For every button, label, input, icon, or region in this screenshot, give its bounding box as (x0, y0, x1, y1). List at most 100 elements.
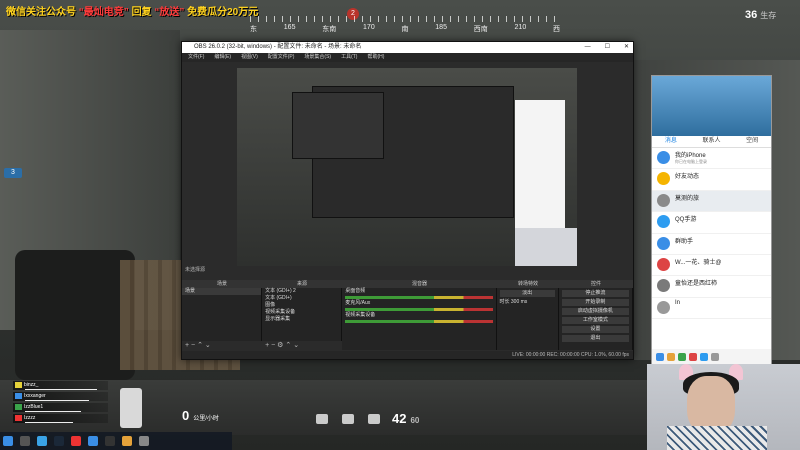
avatar (657, 257, 670, 271)
menu-scene-collection[interactable]: 场景集合(S) (304, 53, 331, 62)
speed-readout: 0 公里/小时 (182, 408, 219, 423)
source-item[interactable]: 文本 (GDI+) (262, 295, 341, 302)
app-icon[interactable] (71, 436, 81, 446)
avatar (657, 172, 670, 186)
app-icon[interactable] (700, 352, 708, 361)
vest-icon (342, 414, 354, 424)
menu-profile[interactable]: 配置文件(P) (268, 53, 295, 62)
mixer-panel: 桌面音频 麦克风/Aux 视频采集设备 (342, 288, 497, 350)
mixer-channel-label: 桌面音频 (345, 288, 366, 294)
teammate-row: binzz_ (13, 381, 108, 390)
ammo-total: 60 (410, 416, 420, 425)
ammo-readout: 42 60 (392, 411, 419, 426)
dock-panels: 场景 + − ⌃ ⌄ 文本 (GDI+) 2 文本 (GDI+) 图像 视频采集… (182, 288, 633, 350)
obs-titlebar[interactable]: OBS 26.0.2 (32-bit, windows) - 配置文件: 未命名… (182, 42, 633, 53)
sources-toolbar[interactable]: + − ⚙ ⌃ ⌄ (262, 341, 345, 350)
scene-item[interactable]: 场景 (182, 288, 262, 295)
avatar (657, 151, 670, 164)
obs-icon[interactable] (105, 436, 115, 446)
exit-button[interactable]: 退出 (561, 335, 629, 342)
qq-conversation-item[interactable]: 群助手 (652, 234, 771, 255)
transition-select[interactable]: 淡出 (499, 290, 555, 297)
menu-tools[interactable]: 工具(T) (341, 53, 357, 62)
tab-space[interactable]: 空间 (746, 136, 758, 147)
qq-tabs: 消息 联系人 空间 (652, 136, 771, 148)
compass-label: 西南 (473, 26, 488, 33)
qq-conversation-item[interactable]: W...一花、骑士@ (652, 255, 771, 277)
compass-label: 西 (553, 26, 560, 33)
source-item[interactable]: 显示器采集 (262, 316, 341, 323)
compass-label: 东 (250, 26, 257, 33)
teammate-row: Ixxxanger (13, 392, 108, 401)
qq-conversation-item[interactable]: In (652, 298, 771, 320)
panel-header-mixer: 混音器 (411, 281, 427, 287)
settings-button[interactable]: 设置 (561, 326, 629, 333)
no-source-label: 未选择源 (185, 267, 206, 273)
backpack-icon (368, 414, 380, 424)
app-icon[interactable] (678, 352, 686, 361)
qq-conversation-item[interactable]: 童怡还是西红柿 (652, 276, 771, 298)
game-icon[interactable] (122, 436, 132, 446)
maximize-button[interactable]: ☐ (605, 42, 610, 53)
qq-footer (652, 349, 771, 364)
tab-contacts[interactable]: 联系人 (702, 136, 720, 147)
qq-icon[interactable] (88, 436, 98, 446)
app-icon[interactable] (689, 352, 697, 361)
app-icon[interactable] (667, 352, 675, 361)
menu-file[interactable]: 文件(F) (188, 53, 204, 62)
source-item[interactable]: 文本 (GDI+) 2 (262, 288, 341, 295)
minimize-button[interactable]: — (585, 42, 591, 53)
qq-conversation-item[interactable]: 我的iPhone 你已在电脑上登录 (652, 148, 771, 170)
source-item[interactable]: 图像 (262, 302, 341, 309)
alive-count: 36 (745, 9, 758, 21)
teammate-color-icon (15, 414, 22, 421)
mixer-meter[interactable] (345, 296, 493, 299)
teammate-name: IzzBlue1 (24, 404, 44, 410)
menu-help[interactable]: 帮助(H) (367, 53, 384, 62)
vehicle-gauge-icon (120, 388, 142, 428)
source-item[interactable]: 视频采集设备 (262, 309, 341, 316)
teammate-row: IzzBlue1 (13, 403, 108, 412)
streamer-shirt (667, 426, 767, 450)
virtual-camera-button[interactable]: 启动虚拟摄像机 (561, 308, 629, 315)
search-icon[interactable] (20, 436, 30, 446)
steam-icon[interactable] (54, 436, 64, 446)
qq-header (652, 76, 771, 136)
start-recording-button[interactable]: 开始录制 (561, 299, 629, 306)
avatar (657, 193, 670, 207)
mixer-meter[interactable] (345, 320, 493, 323)
duration-value[interactable]: 300 ms (511, 299, 527, 305)
obs-preview[interactable] (237, 68, 577, 266)
compass-label: 185 (435, 24, 447, 31)
tab-messages[interactable]: 消息 (665, 136, 677, 147)
app-icon[interactable] (656, 352, 664, 361)
teammate-color-icon (15, 403, 22, 410)
menu-view[interactable]: 视图(V) (241, 53, 258, 62)
transition-duration: 时长 300 ms (497, 299, 558, 306)
menu-edit[interactable]: 编辑(E) (214, 53, 231, 62)
mixer-meter[interactable] (345, 308, 493, 311)
obs-window[interactable]: OBS 26.0.2 (32-bit, windows) - 配置文件: 未命名… (181, 41, 634, 360)
nested-obs-window-2 (292, 92, 384, 159)
close-button[interactable]: ✕ (624, 42, 629, 53)
obs-title: OBS 26.0.2 (32-bit, windows) - 配置文件: 未命名… (194, 44, 362, 50)
qq-conversation-item[interactable]: 好友动态 (652, 169, 771, 191)
stop-stream-button[interactable]: 停止推流 (561, 290, 629, 297)
compass-ticks (250, 16, 560, 22)
app-icon[interactable] (711, 352, 719, 361)
scenes-toolbar[interactable]: + − ⌃ ⌄ (182, 341, 265, 350)
edge-icon[interactable] (37, 436, 47, 446)
conversation-name: 莫测的旅 (675, 195, 700, 202)
folder-icon[interactable] (139, 436, 149, 446)
qq-conversation-item[interactable]: QQ手游 (652, 212, 771, 234)
start-icon[interactable] (3, 436, 13, 446)
teammate-health-bar (25, 422, 73, 423)
qq-conversation-item[interactable]: 莫测的旅 (652, 190, 771, 213)
nested-webcam (515, 228, 577, 266)
team-list: binzz_ Ixxxanger IzzBlue1 Izzzz (13, 381, 108, 425)
studio-mode-button[interactable]: 工作室模式 (561, 317, 629, 324)
qq-chat-panel[interactable]: 消息 联系人 空间 我的iPhone 你已在电脑上登录好友动态莫测的旅 QQ手游 群助… (651, 75, 772, 365)
teammate-name: Ixxxanger (24, 393, 46, 399)
conversation-name: 好友动态 (675, 174, 700, 181)
teammate-row: Izzzz (13, 414, 108, 423)
